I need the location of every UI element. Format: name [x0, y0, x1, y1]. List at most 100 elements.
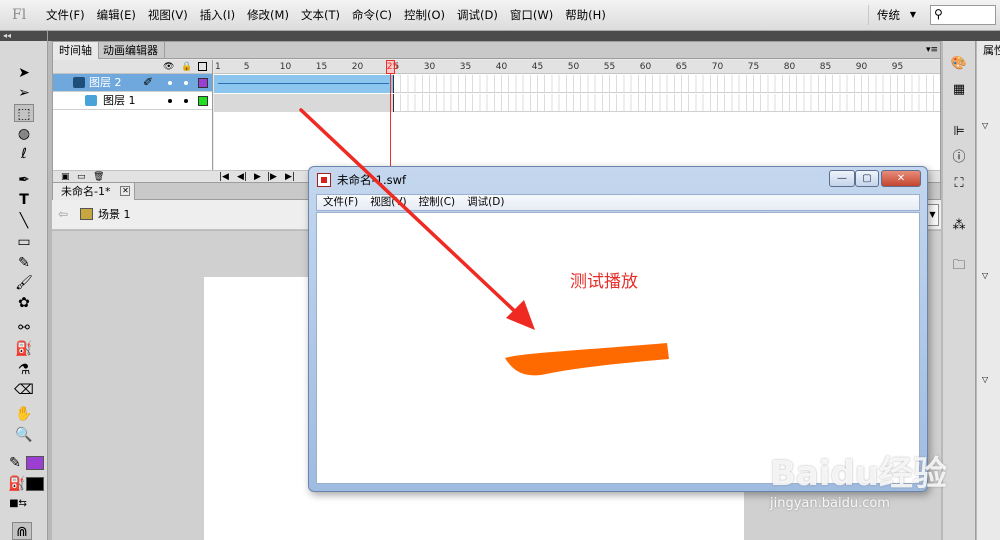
menu-modify[interactable]: 修改(M): [241, 0, 295, 31]
fill-color-icon: ⛽: [8, 476, 26, 492]
menu-text[interactable]: 文本(T): [295, 0, 346, 31]
bone-tool-icon[interactable]: ⚯: [14, 319, 34, 337]
close-button[interactable]: ✕: [881, 170, 921, 187]
ruler-tick-80: 80: [783, 62, 796, 72]
pen-tool-icon[interactable]: ✒: [14, 171, 34, 189]
transform-icon[interactable]: ⛶: [950, 175, 968, 193]
search-input[interactable]: ⚲: [930, 5, 996, 25]
color-panel-icon[interactable]: 🎨: [950, 55, 968, 73]
info-icon[interactable]: ⓘ: [950, 149, 968, 167]
tab-timeline[interactable]: 时间轴: [53, 42, 99, 59]
close-icon[interactable]: ✕: [120, 186, 131, 196]
layer-outline-color[interactable]: [198, 78, 208, 88]
ruler-tick-90: 90: [855, 62, 868, 72]
subselection-tool-icon[interactable]: ➢: [14, 84, 34, 102]
visibility-dot[interactable]: [168, 81, 172, 85]
swf-player-window: 未命名-1.swf — ▢ ✕ 文件(F) 视图(V) 控制(C) 调试(D) …: [308, 166, 928, 492]
minimize-button[interactable]: —: [829, 170, 855, 187]
workspace-switcher[interactable]: 传统 ▼: [868, 5, 922, 25]
menu-file[interactable]: 文件(F): [40, 0, 91, 31]
selection-tool-icon[interactable]: ➤: [14, 64, 34, 82]
visibility-dot[interactable]: [168, 99, 172, 103]
playhead-line: [390, 60, 392, 170]
menu-help[interactable]: 帮助(H): [559, 0, 612, 31]
lock-icon[interactable]: 🔒: [181, 60, 192, 74]
frame-grid[interactable]: 15101520253035404550556065707580859095 2…: [214, 60, 940, 170]
ruler-tick-20: 20: [351, 62, 364, 72]
document-tab[interactable]: 未命名-1* ✕: [53, 183, 136, 200]
panel-menu-icon[interactable]: ▾≡: [926, 42, 938, 59]
layer-outline-color[interactable]: [198, 96, 208, 106]
chevron-down-icon[interactable]: ▽: [982, 375, 988, 384]
eye-icon[interactable]: 👁: [163, 60, 174, 74]
layer-name[interactable]: 图层 1: [103, 92, 136, 110]
menu-commands[interactable]: 命令(C): [346, 0, 398, 31]
layer-row[interactable]: 图层 2 ✐: [53, 74, 212, 92]
zoom-tool-icon[interactable]: 🔍: [14, 426, 34, 444]
menu-window[interactable]: 窗口(W): [504, 0, 559, 31]
swf-menu-view[interactable]: 视图(V): [364, 195, 412, 210]
outline-icon[interactable]: [198, 62, 207, 71]
app-logo: Fl: [12, 7, 27, 23]
motion-tween-span[interactable]: [214, 75, 394, 93]
menu-control[interactable]: 控制(O): [398, 0, 451, 31]
layer-row[interactable]: 图层 1: [53, 92, 212, 110]
menu-view[interactable]: 视图(V): [142, 0, 194, 31]
static-frame-span[interactable]: [214, 94, 394, 112]
lasso-tool-icon[interactable]: ℓ: [14, 145, 34, 163]
layer-icon: [85, 95, 97, 106]
chevron-down-icon[interactable]: ▽: [982, 121, 988, 130]
menu-debug[interactable]: 调试(D): [451, 0, 504, 31]
lock-dot[interactable]: [184, 99, 188, 103]
menu-items: 文件(F) 编辑(E) 视图(V) 插入(I) 修改(M) 文本(T) 命令(C…: [40, 0, 612, 31]
menu-insert[interactable]: 插入(I): [194, 0, 241, 31]
stroke-color-swatch[interactable]: [26, 456, 44, 470]
right-icon-dock: 🎨 ▦ ⊫ ⓘ ⛶ ⁂ 🗀: [943, 41, 976, 540]
ruler-tick-35: 35: [459, 62, 472, 72]
align-icon[interactable]: ⊫: [950, 123, 968, 141]
flash-file-icon: [317, 173, 331, 187]
playhead[interactable]: 25: [385, 60, 398, 74]
swf-menu-debug[interactable]: 调试(D): [461, 195, 510, 210]
snap-magnet-icon[interactable]: ⋒: [12, 522, 32, 540]
hand-tool-icon[interactable]: ✋: [14, 405, 34, 423]
swf-menu-control[interactable]: 控制(C): [413, 195, 462, 210]
layer-header: 👁 🔒: [53, 60, 212, 74]
swf-menu-bar: 文件(F) 视图(V) 控制(C) 调试(D): [316, 194, 920, 211]
swap-colors-icon[interactable]: ■⇆: [8, 495, 28, 513]
swf-menu-file[interactable]: 文件(F): [317, 195, 364, 210]
scene-label[interactable]: 场景 1: [98, 200, 131, 230]
deco-tool-icon[interactable]: ✿: [14, 294, 34, 312]
pencil-tool-icon[interactable]: ✎: [14, 254, 34, 272]
menu-edit[interactable]: 编辑(E): [91, 0, 142, 31]
fill-color-swatch[interactable]: [26, 477, 44, 491]
swf-content-area: 测试播放: [316, 212, 920, 484]
frame-ruler[interactable]: 15101520253035404550556065707580859095: [214, 60, 940, 74]
ruler-tick-10: 10: [279, 62, 292, 72]
chevron-down-icon[interactable]: ▽: [982, 271, 988, 280]
3d-rotation-tool-icon[interactable]: ◍: [14, 125, 34, 143]
swatches-icon[interactable]: ▦: [950, 81, 968, 99]
layer-name[interactable]: 图层 2: [89, 74, 122, 92]
library-icon[interactable]: 🗀: [950, 257, 968, 275]
ruler-tick-15: 15: [315, 62, 328, 72]
maximize-button[interactable]: ▢: [855, 170, 879, 187]
ruler-tick-75: 75: [747, 62, 760, 72]
eyedropper-icon[interactable]: ⚗: [14, 361, 34, 379]
components-icon[interactable]: ⁂: [950, 217, 968, 235]
text-tool-icon[interactable]: T: [14, 191, 34, 209]
properties-tab[interactable]: 属性: [977, 41, 1000, 61]
rectangle-tool-icon[interactable]: ▭: [14, 233, 34, 251]
back-arrow-icon[interactable]: ⇦: [58, 207, 68, 221]
eraser-icon[interactable]: ⌫: [14, 381, 34, 399]
collapse-icon[interactable]: ◂◂: [0, 31, 47, 41]
tab-motion-editor[interactable]: 动画编辑器: [97, 42, 165, 59]
lock-dot[interactable]: [184, 81, 188, 85]
brush-tool-icon[interactable]: 🖌: [14, 274, 34, 292]
timeline-tabs: 时间轴 动画编辑器 ▾≡: [53, 42, 940, 59]
line-tool-icon[interactable]: ╲: [14, 212, 34, 230]
free-transform-tool-icon[interactable]: ⬚: [14, 104, 34, 122]
ruler-tick-55: 55: [603, 62, 616, 72]
paint-bucket-icon[interactable]: ⛽: [14, 340, 34, 358]
swf-titlebar[interactable]: 未命名-1.swf — ▢ ✕: [309, 167, 927, 193]
